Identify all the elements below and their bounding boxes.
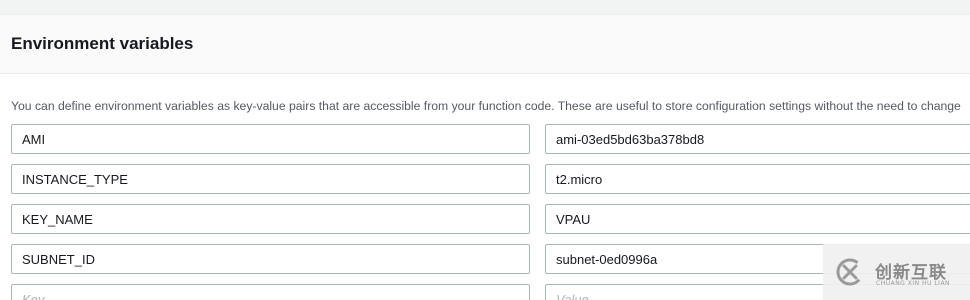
lambda-environment-page: Environment variables You can define env… — [0, 0, 970, 300]
env-key-input[interactable] — [11, 124, 530, 154]
env-value-input[interactable] — [545, 204, 970, 234]
env-key-input[interactable] — [11, 204, 530, 234]
watermark-subtext: CHUANG XIN HU LIAN — [876, 280, 951, 287]
env-key-input-empty[interactable] — [11, 284, 530, 300]
section-description: You can define environment variables as … — [11, 99, 961, 113]
env-key-input[interactable] — [11, 244, 530, 274]
env-key-input[interactable] — [11, 164, 530, 194]
env-value-input[interactable] — [545, 124, 970, 154]
chuangxin-logo-icon — [836, 258, 864, 286]
top-strip — [0, 0, 970, 15]
env-value-input[interactable] — [545, 164, 970, 194]
watermark: 创新互联 CHUANG XIN HU LIAN — [823, 244, 970, 300]
panel-header: Environment variables — [0, 15, 970, 74]
panel-title: Environment variables — [11, 34, 194, 53]
